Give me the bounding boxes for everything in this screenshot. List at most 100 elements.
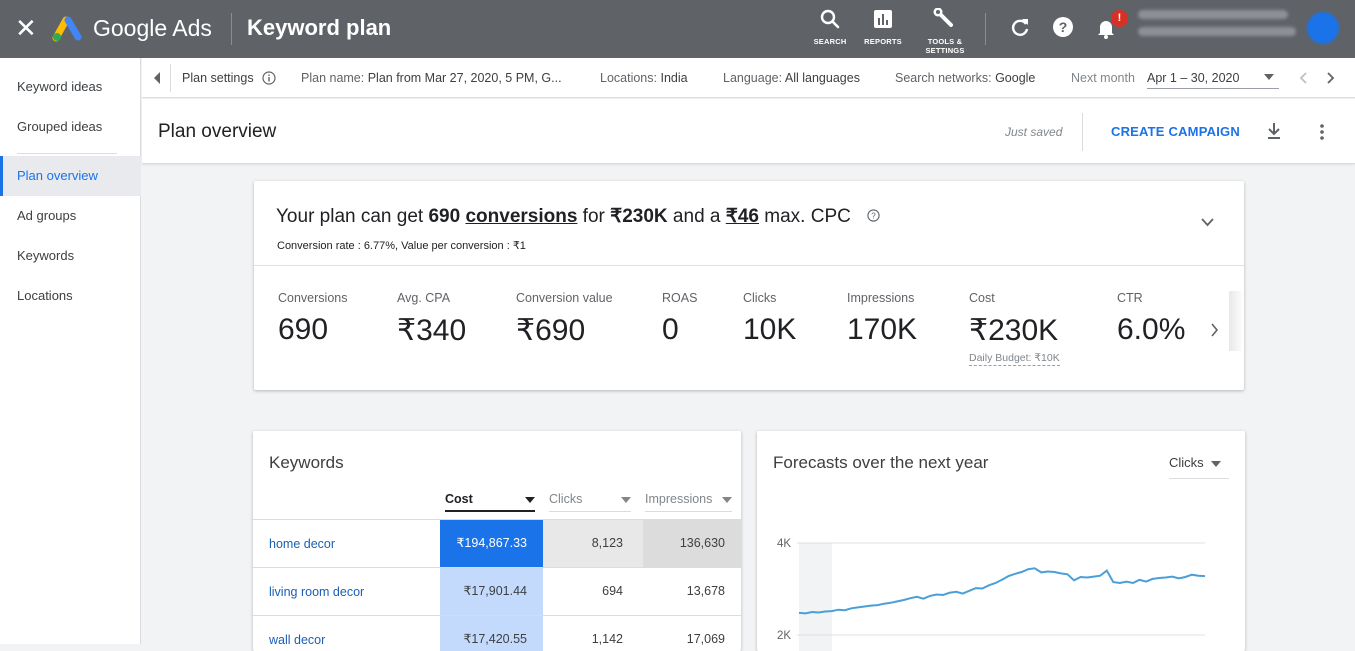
- language-value: All languages: [784, 71, 860, 85]
- plan-summary-card: Your plan can get 690 conversions for ₹2…: [254, 181, 1244, 390]
- chevron-right-icon[interactable]: [1326, 72, 1336, 84]
- expand-icon[interactable]: [1201, 218, 1214, 227]
- y-tick-label: 2K: [777, 630, 791, 642]
- sidebar-divider: [17, 153, 117, 154]
- info-icon[interactable]: [262, 71, 276, 85]
- sidebar-item-ad-groups[interactable]: Ad groups: [0, 196, 141, 236]
- sidebar-item-plan-overview[interactable]: Plan overview: [0, 156, 141, 196]
- avatar[interactable]: [1307, 12, 1339, 44]
- clicks-cell: 694: [602, 584, 623, 598]
- collapse-arrow-icon[interactable]: [152, 72, 162, 84]
- plan-settings-bar: Plan settings Plan name: Plan from Mar 2…: [142, 58, 1355, 98]
- metric-avg-cpa: Avg. CPA ₹340: [397, 291, 467, 347]
- divider: [254, 265, 1244, 266]
- plan-settings-label[interactable]: Plan settings: [182, 71, 254, 85]
- reports-button[interactable]: REPORTS: [855, 8, 911, 46]
- page-title: Keyword plan: [247, 15, 392, 40]
- impressions-cell: 17,069: [686, 632, 725, 646]
- dropdown-icon: [1211, 461, 1221, 467]
- metric-roas: ROAS 0: [662, 291, 698, 346]
- create-campaign-button[interactable]: CREATE CAMPAIGN: [1111, 124, 1240, 139]
- tools-label-line2: SETTINGS: [925, 46, 965, 55]
- sidebar-item-keywords[interactable]: Keywords: [0, 236, 141, 276]
- sidebar-item-grouped-ideas[interactable]: Grouped ideas: [0, 107, 141, 147]
- locations-setting[interactable]: Locations: India: [600, 71, 688, 85]
- forecast-title: Forecasts over the next year: [773, 453, 989, 472]
- impressions-cell: 13,678: [686, 584, 725, 598]
- save-status: Just saved: [1005, 125, 1063, 139]
- cost-cell: ₹17,420.55: [440, 616, 543, 651]
- sidebar-item-locations[interactable]: Locations: [0, 276, 141, 316]
- chevron-right-icon[interactable]: [1210, 323, 1219, 337]
- forecast-card: Forecasts over the next year Clicks 4K 2…: [757, 431, 1245, 651]
- metric-conversions: Conversions 690: [278, 291, 348, 346]
- dropdown-icon: [621, 497, 631, 503]
- metric-impressions: Impressions 170K: [847, 291, 918, 346]
- networks-value: Google: [995, 71, 1036, 85]
- locations-label: Locations:: [600, 71, 657, 85]
- overview-title: Plan overview: [158, 121, 277, 142]
- download-icon[interactable]: [1266, 122, 1282, 140]
- keywords-title: Keywords: [269, 453, 344, 472]
- metric-clicks: Clicks 10K: [743, 291, 797, 346]
- svg-text:?: ?: [871, 212, 876, 221]
- notification-badge: !: [1111, 10, 1128, 27]
- date-underline: [1147, 88, 1279, 89]
- divider: [985, 13, 986, 45]
- overflow-fade: [1229, 291, 1244, 351]
- forecast-metric-select[interactable]: Clicks: [1169, 455, 1229, 479]
- metric-conversion-value: Conversion value ₹690: [516, 291, 613, 347]
- help-outline-icon[interactable]: ?: [867, 209, 880, 222]
- search-icon: [820, 9, 840, 29]
- search-label: SEARCH: [813, 37, 847, 46]
- clicks-cell: 1,142: [591, 632, 623, 646]
- cost-cell: ₹194,867.33: [440, 520, 543, 567]
- close-icon[interactable]: ✕: [15, 14, 37, 42]
- dropdown-icon: [722, 497, 732, 503]
- daily-budget[interactable]: Daily Budget: ₹10K: [969, 352, 1060, 366]
- dropdown-icon[interactable]: [1264, 74, 1274, 80]
- keyword-link[interactable]: wall decor: [269, 633, 325, 647]
- search-button[interactable]: SEARCH: [802, 8, 858, 46]
- svg-text:?: ?: [1059, 19, 1068, 35]
- impressions-cell: 136,630: [643, 520, 741, 567]
- networks-setting[interactable]: Search networks: Google: [895, 71, 1035, 85]
- column-header-impressions[interactable]: Impressions: [645, 492, 732, 512]
- tools-settings-button[interactable]: TOOLS & SETTINGS: [917, 7, 973, 55]
- y-tick-label: 4K: [777, 538, 791, 550]
- divider: [170, 64, 171, 92]
- help-icon[interactable]: ?: [1052, 16, 1074, 38]
- table-row: home decor ₹194,867.33 8,123 136,630: [253, 519, 741, 567]
- keywords-card: Keywords Cost Clicks Impressions home de…: [253, 431, 741, 651]
- reports-icon: [874, 10, 892, 28]
- plan-name-setting[interactable]: Plan name: Plan from Mar 27, 2020, 5 PM,…: [301, 71, 562, 85]
- series-line-clicks: [798, 567, 1206, 615]
- google-ads-logo: [52, 16, 82, 42]
- tools-label-line1: TOOLS &: [927, 37, 963, 46]
- refresh-icon[interactable]: [1009, 16, 1031, 38]
- column-header-clicks[interactable]: Clicks: [549, 492, 631, 512]
- metric-cost: Cost ₹230K Daily Budget: ₹10K: [969, 291, 1060, 366]
- overview-header: Plan overview Just saved CREATE CAMPAIGN: [142, 99, 1355, 164]
- column-header-cost[interactable]: Cost: [445, 492, 535, 512]
- sidebar-item-keyword-ideas[interactable]: Keyword ideas: [0, 67, 141, 107]
- date-range-select[interactable]: Apr 1 – 30, 2020: [1147, 71, 1239, 85]
- wrench-icon: [933, 7, 953, 27]
- locations-value: India: [660, 71, 688, 85]
- divider: [231, 13, 232, 45]
- top-bar: ✕ Google Ads Keyword plan SEARCH REPORTS…: [0, 0, 1355, 58]
- language-setting[interactable]: Language: All languages: [723, 71, 860, 85]
- summary-subline: Conversion rate : 6.77%, Value per conve…: [277, 240, 526, 252]
- period-label: Next month: [1071, 71, 1135, 85]
- keyword-link[interactable]: home decor: [269, 537, 335, 551]
- sort-icon: [525, 497, 535, 503]
- chevron-left-icon[interactable]: [1298, 72, 1308, 84]
- keyword-link[interactable]: living room decor: [269, 585, 364, 599]
- app-name: Google Ads: [93, 15, 212, 41]
- more-options-icon[interactable]: [1319, 123, 1325, 141]
- forecast-chart: 4K 2K: [777, 538, 1206, 651]
- language-label: Language:: [723, 71, 783, 85]
- account-info[interactable]: [1138, 10, 1298, 44]
- summary-headline: Your plan can get 690 conversions for ₹2…: [276, 206, 851, 227]
- cost-cell: ₹17,901.44: [440, 568, 543, 615]
